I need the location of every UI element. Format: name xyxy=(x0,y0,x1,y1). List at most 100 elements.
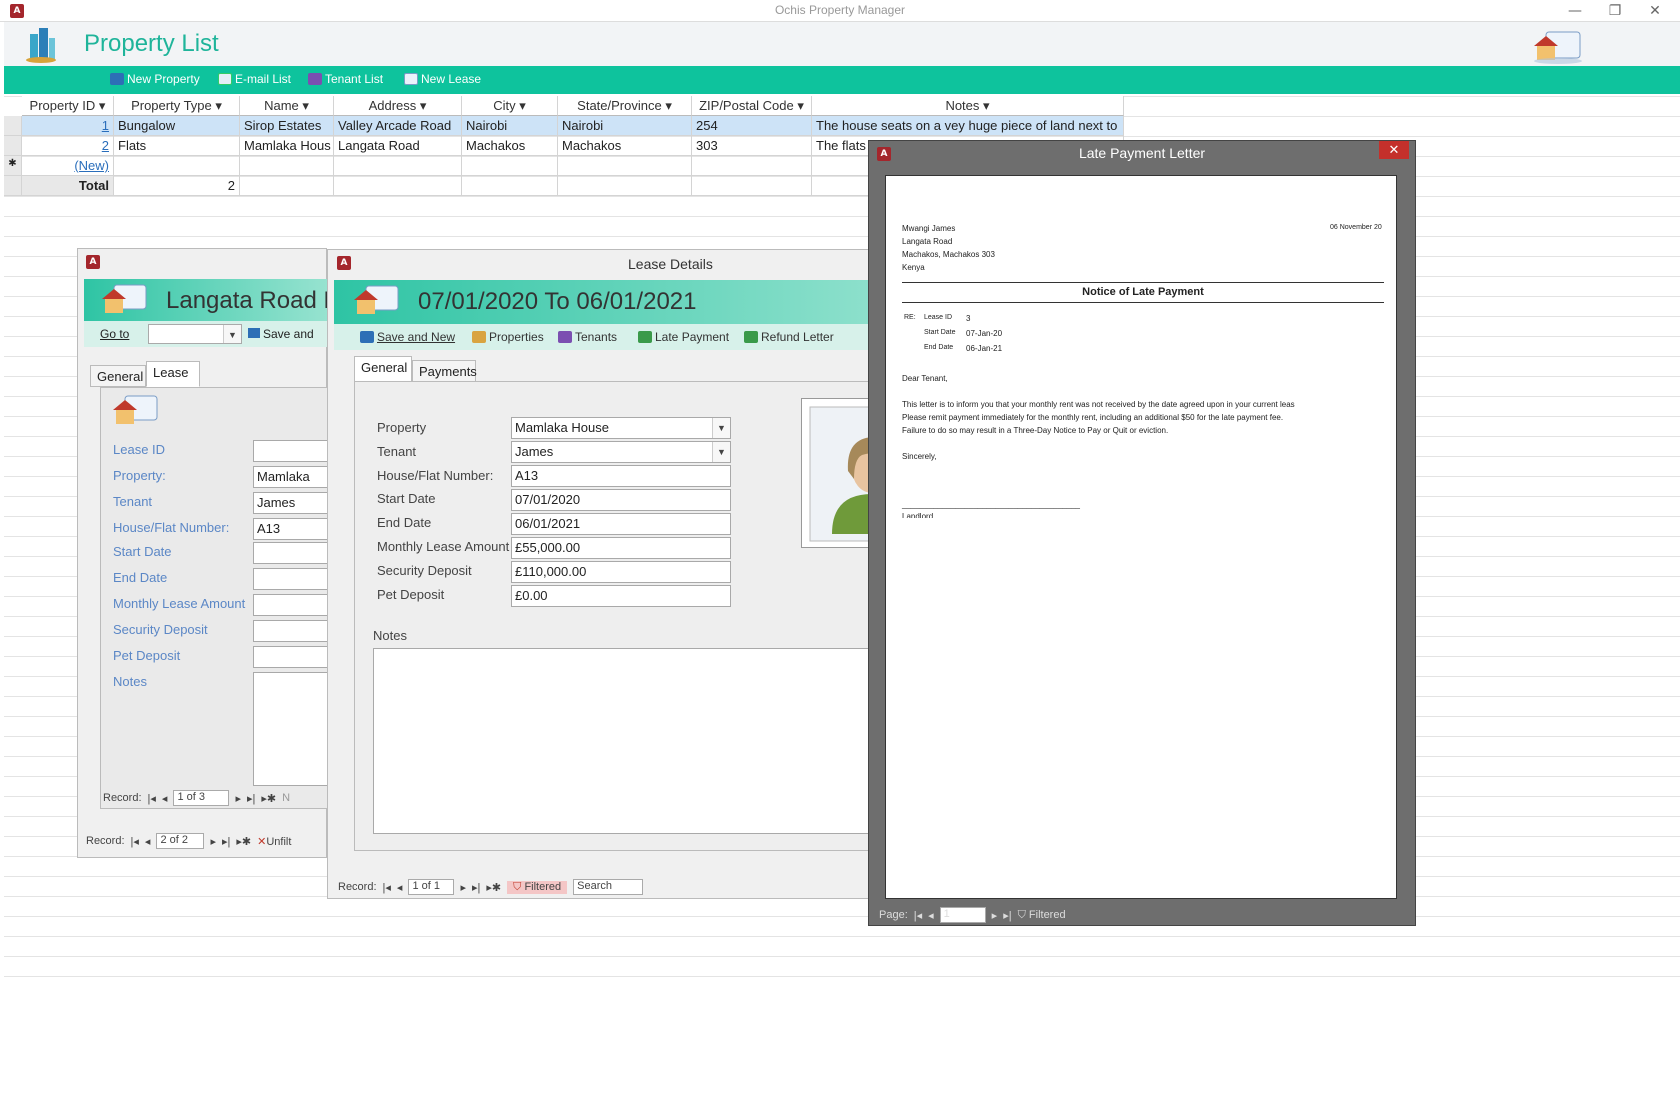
close-button[interactable]: ✕ xyxy=(1379,141,1409,159)
table-cell[interactable]: Langata Road xyxy=(334,136,462,156)
monthly-lease-field[interactable] xyxy=(253,594,329,616)
end-date-field[interactable] xyxy=(253,568,329,590)
late-payment-button[interactable]: Late Payment xyxy=(638,330,729,344)
pet-deposit-field[interactable]: £0.00 xyxy=(511,585,731,607)
next-record-icon[interactable]: ▸ xyxy=(235,792,241,805)
refund-letter-button[interactable]: Refund Letter xyxy=(744,330,834,344)
property-field[interactable]: Mamlaka xyxy=(253,466,329,488)
next-page-icon[interactable]: ▸ xyxy=(992,909,998,922)
search-input[interactable]: Search xyxy=(573,879,644,895)
end-date-field[interactable]: 06/01/2021 xyxy=(511,513,731,535)
column-header[interactable]: Name ▾ xyxy=(240,96,334,116)
chevron-down-icon[interactable]: ▼ xyxy=(712,418,730,438)
table-cell[interactable]: Nairobi xyxy=(558,116,692,136)
tab-payments[interactable]: Payments xyxy=(412,360,477,382)
notes-field[interactable] xyxy=(373,648,929,834)
first-record-icon[interactable]: |◂ xyxy=(148,792,156,805)
table-cell[interactable]: Bungalow xyxy=(114,116,240,136)
restore-icon[interactable]: ❐ xyxy=(1600,1,1630,21)
column-header[interactable]: ZIP/Postal Code ▾ xyxy=(692,96,812,116)
row-selector[interactable] xyxy=(4,116,22,136)
record-position-field[interactable]: 1 of 1 xyxy=(408,879,455,895)
column-header[interactable]: City ▾ xyxy=(462,96,558,116)
security-deposit-field[interactable]: £110,000.00 xyxy=(511,561,731,583)
column-header[interactable]: Address ▾ xyxy=(334,96,462,116)
row-selector[interactable] xyxy=(4,136,22,156)
monthly-lease-field[interactable]: £55,000.00 xyxy=(511,537,731,559)
tenant-field[interactable]: James xyxy=(253,492,329,514)
table-cell[interactable]: Machakos xyxy=(462,136,558,156)
chevron-down-icon[interactable]: ▼ xyxy=(712,442,730,462)
table-cell[interactable]: Flats xyxy=(114,136,240,156)
new-record-icon[interactable]: ▸✱ xyxy=(486,881,501,894)
close-icon[interactable]: ✕ xyxy=(1640,1,1670,21)
new-lease-button[interactable]: New Lease xyxy=(404,72,481,86)
table-cell[interactable]: 254 xyxy=(692,116,812,136)
property-id-link[interactable]: 2 xyxy=(102,138,109,153)
notes-field[interactable] xyxy=(253,672,329,786)
table-cell[interactable] xyxy=(240,156,334,176)
last-record-icon[interactable]: ▸| xyxy=(247,792,255,805)
new-record-link[interactable]: (New) xyxy=(74,158,109,173)
tenants-button[interactable]: Tenants xyxy=(558,330,617,344)
next-record-icon[interactable]: ▸ xyxy=(460,881,466,894)
unfilter-button[interactable]: ✕Unfilt xyxy=(257,835,291,848)
new-record-icon[interactable]: ▸✱ xyxy=(261,792,276,805)
chevron-down-icon[interactable]: ▼ xyxy=(223,325,241,343)
filtered-toggle[interactable]: ⛉ Filtered xyxy=(1018,909,1066,922)
table-cell[interactable]: Sirop Estates xyxy=(240,116,334,136)
property-combobox[interactable]: Mamlaka House ▼ xyxy=(511,417,731,439)
first-page-icon[interactable]: |◂ xyxy=(914,909,922,922)
first-record-icon[interactable]: |◂ xyxy=(131,835,139,848)
column-header[interactable]: Notes ▾ xyxy=(812,96,1124,116)
table-cell[interactable]: The house seats on a vey huge piece of l… xyxy=(812,116,1124,136)
table-cell[interactable]: Nairobi xyxy=(462,116,558,136)
column-header[interactable]: Property Type ▾ xyxy=(114,96,240,116)
table-cell[interactable] xyxy=(334,156,462,176)
filtered-toggle[interactable]: ⛉ Filtered xyxy=(507,880,568,894)
last-page-icon[interactable]: ▸| xyxy=(1003,909,1011,922)
table-row[interactable]: 1 Bungalow Sirop Estates Valley Arcade R… xyxy=(4,116,1124,136)
goto-combobox[interactable]: ▼ xyxy=(148,324,242,344)
lease-id-field[interactable] xyxy=(253,440,329,462)
table-cell[interactable] xyxy=(114,156,240,176)
next-record-icon[interactable]: ▸ xyxy=(210,835,216,848)
page-number-field[interactable]: 1 xyxy=(939,907,986,923)
table-cell[interactable]: Valley Arcade Road xyxy=(334,116,462,136)
save-and-new-button[interactable]: Save and xyxy=(248,327,314,341)
record-position-field[interactable]: 2 of 2 xyxy=(156,833,205,849)
first-record-icon[interactable]: |◂ xyxy=(383,881,391,894)
start-date-field[interactable] xyxy=(253,542,329,564)
table-cell[interactable] xyxy=(462,156,558,176)
tab-general[interactable]: General xyxy=(90,365,146,387)
table-cell[interactable] xyxy=(692,156,812,176)
property-id-link[interactable]: 1 xyxy=(102,118,109,133)
prev-record-icon[interactable]: ◂ xyxy=(162,792,168,805)
email-list-button[interactable]: E-mail List xyxy=(218,72,291,86)
prev-record-icon[interactable]: ◂ xyxy=(397,881,403,894)
record-position-field[interactable]: 1 of 3 xyxy=(173,790,230,806)
pet-deposit-field[interactable] xyxy=(253,646,329,668)
minimize-icon[interactable]: — xyxy=(1560,1,1590,21)
filter-button[interactable]: N xyxy=(282,792,290,804)
house-number-field[interactable]: A13 xyxy=(253,518,329,540)
house-number-field[interactable]: A13 xyxy=(511,465,731,487)
table-cell[interactable]: 303 xyxy=(692,136,812,156)
tab-lease[interactable]: Lease xyxy=(146,361,200,387)
last-record-icon[interactable]: ▸| xyxy=(472,881,480,894)
tenant-list-button[interactable]: Tenant List xyxy=(308,72,383,86)
column-header[interactable]: State/Province ▾ xyxy=(558,96,692,116)
security-deposit-field[interactable] xyxy=(253,620,329,642)
properties-button[interactable]: Properties xyxy=(472,330,544,344)
tenant-combobox[interactable]: James ▼ xyxy=(511,441,731,463)
prev-record-icon[interactable]: ◂ xyxy=(145,835,151,848)
new-property-button[interactable]: New Property xyxy=(110,72,200,86)
column-header[interactable]: Property ID ▾ xyxy=(22,96,114,116)
new-record-icon[interactable]: ▸✱ xyxy=(236,835,251,848)
table-cell[interactable] xyxy=(558,156,692,176)
table-cell[interactable]: Mamlaka Hous xyxy=(240,136,334,156)
last-record-icon[interactable]: ▸| xyxy=(222,835,230,848)
tab-general[interactable]: General xyxy=(354,356,412,382)
prev-page-icon[interactable]: ◂ xyxy=(928,909,934,922)
start-date-field[interactable]: 07/01/2020 xyxy=(511,489,731,511)
